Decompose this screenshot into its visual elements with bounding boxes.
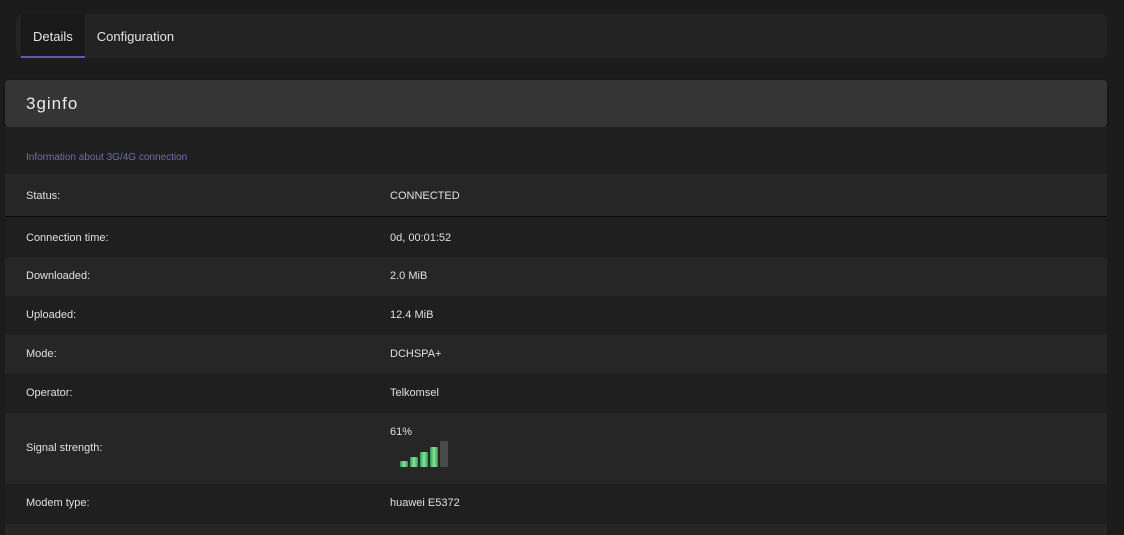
operator-value: Telkomsel xyxy=(390,387,439,399)
downloaded-value: 2.0 MiB xyxy=(390,270,428,282)
tab-configuration[interactable]: Configuration xyxy=(85,14,186,58)
info-row-downloaded: Downloaded: 2.0 MiB xyxy=(5,257,1107,296)
uploaded-label: Uploaded: xyxy=(26,309,77,321)
info-row-status: Status: CONNECTED xyxy=(5,174,1107,217)
signal-strength-label: Signal strength: xyxy=(26,442,103,454)
info-row-signal-strength: Signal strength: 61% xyxy=(5,413,1107,484)
operator-label: Operator: xyxy=(26,387,73,399)
status-label: Status: xyxy=(26,190,61,202)
info-row-connection-time: Connection time: 0d, 00:01:52 xyxy=(5,218,1107,257)
signal-bar xyxy=(440,441,448,467)
uploaded-value: 12.4 MiB xyxy=(390,309,434,321)
mode-label: Mode: xyxy=(26,348,57,360)
modem-type-label: Modem type: xyxy=(26,497,90,509)
section-title: 3ginfo xyxy=(26,93,79,113)
info-row-uploaded: Uploaded: 12.4 MiB xyxy=(5,296,1107,335)
downloaded-label: Downloaded: xyxy=(26,270,91,282)
mode-value: DCHSPA+ xyxy=(390,348,442,360)
modem-type-value: huawei E5372 xyxy=(390,497,460,509)
tab-details[interactable]: Details xyxy=(21,14,85,58)
signal-bar xyxy=(410,457,418,467)
info-row-operator: Operator: Telkomsel xyxy=(5,374,1107,413)
signal-bar xyxy=(420,452,428,467)
signal-bar xyxy=(400,461,408,467)
section-header: 3ginfo xyxy=(5,80,1107,127)
info-row-mode: Mode: DCHSPA+ xyxy=(5,335,1107,374)
section-body: Information about 3G/4G connection Statu… xyxy=(5,127,1107,535)
signal-strength-value: 61% xyxy=(390,426,413,438)
section-description: Information about 3G/4G connection xyxy=(26,152,188,163)
connection-time-value: 0d, 00:01:52 xyxy=(390,232,452,244)
connection-time-label: Connection time: xyxy=(26,232,109,244)
info-row-next xyxy=(5,524,1107,535)
tab-bar: Details Configuration xyxy=(16,14,1107,58)
signal-bars-icon xyxy=(400,441,448,467)
signal-bar xyxy=(430,447,438,467)
info-row-modem-type: Modem type: huawei E5372 xyxy=(5,484,1107,524)
status-value: CONNECTED xyxy=(390,190,460,202)
